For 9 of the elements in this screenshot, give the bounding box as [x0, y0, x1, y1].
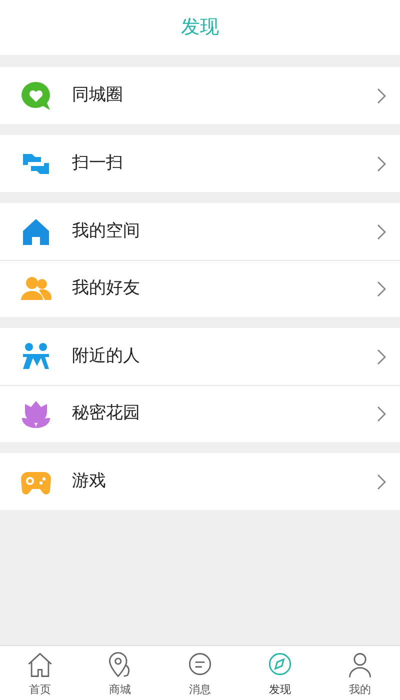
chevron-right-icon [376, 88, 386, 104]
chevron-right-icon [376, 281, 386, 297]
chevron-right-icon [376, 348, 386, 364]
chevron-right-icon [376, 156, 386, 172]
chevron-right-icon [376, 224, 386, 240]
chat-heart-icon [20, 80, 52, 112]
chevron-right-icon [376, 406, 386, 422]
chevron-right-icon [376, 474, 386, 490]
page-title: 发现 [181, 15, 219, 40]
